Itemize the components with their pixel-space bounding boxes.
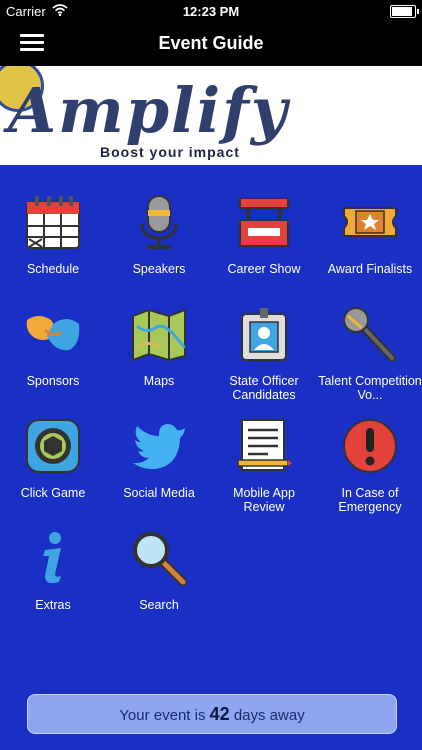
tile-click-game[interactable]: Click Game	[0, 410, 106, 520]
id-badge-icon	[241, 308, 287, 361]
tile-label: Award Finalists	[327, 262, 413, 276]
tile-extras[interactable]: Extras	[0, 522, 106, 632]
tile-label: Click Game	[20, 486, 86, 500]
page-title: Event Guide	[158, 33, 264, 53]
tile-mobile-app-review[interactable]: Mobile App Review	[211, 410, 317, 520]
battery-icon	[390, 5, 419, 18]
status-time: 12:23 PM	[182, 4, 240, 19]
tile-label: Social Media	[123, 486, 195, 500]
tile-maps[interactable]: Maps	[106, 298, 212, 408]
exclamation-icon	[343, 419, 397, 473]
tile-talent-competition[interactable]: Talent Competition Vo...	[317, 298, 422, 408]
nav-bar: Event Guide	[0, 22, 422, 66]
tile-label: In Case of Emergency	[338, 486, 402, 514]
magnifier-icon	[133, 532, 187, 586]
status-bar: Carrier 12:23 PM	[0, 0, 422, 22]
booth-icon	[239, 197, 289, 247]
tile-schedule[interactable]: Schedule	[0, 186, 106, 296]
banner-logo-text: Amplify	[8, 74, 289, 147]
tile-label: Mobile App Review	[233, 486, 295, 514]
microphone-icon	[140, 195, 178, 249]
tile-label: Extras	[35, 598, 71, 612]
tile-sponsors[interactable]: Sponsors	[0, 298, 106, 408]
countdown-suffix: days away	[233, 707, 305, 724]
handshake-icon	[26, 316, 80, 351]
info-icon	[43, 532, 61, 584]
tile-label: State Officer Candidates	[229, 374, 299, 402]
event-banner: Amplify Boost your impact	[0, 66, 422, 165]
camera-shutter-icon	[26, 419, 80, 473]
calendar-icon	[26, 196, 80, 249]
event-countdown: Your event is 42 days away	[27, 694, 397, 734]
map-icon	[132, 308, 186, 362]
notepad-pencil-icon	[237, 419, 292, 471]
countdown-prefix: Your event is	[119, 707, 206, 724]
tile-label: Speakers	[132, 262, 186, 276]
tile-label: Sponsors	[26, 374, 80, 388]
handheld-mic-icon	[343, 307, 396, 362]
tile-speakers[interactable]: Speakers	[106, 186, 212, 296]
tile-state-officer-candidates[interactable]: State Officer Candidates	[211, 298, 317, 408]
tile-emergency[interactable]: In Case of Emergency	[317, 410, 422, 520]
tile-award-finalists[interactable]: Award Finalists	[317, 186, 422, 296]
countdown-days: 42	[209, 704, 230, 724]
tile-label: Schedule	[26, 262, 80, 276]
tile-career-show[interactable]: Career Show	[211, 186, 317, 296]
tile-label: Career Show	[227, 262, 301, 276]
banner-tagline: Boost your impact	[100, 144, 240, 160]
twitter-bird-icon	[133, 424, 185, 470]
tile-search[interactable]: Search	[106, 522, 212, 632]
tile-label: Search	[139, 598, 179, 612]
ticket-star-icon	[343, 207, 397, 237]
tile-label: Maps	[143, 374, 175, 388]
tile-label: Talent Competition Vo...	[318, 374, 422, 402]
tile-social-media[interactable]: Social Media	[106, 410, 212, 520]
